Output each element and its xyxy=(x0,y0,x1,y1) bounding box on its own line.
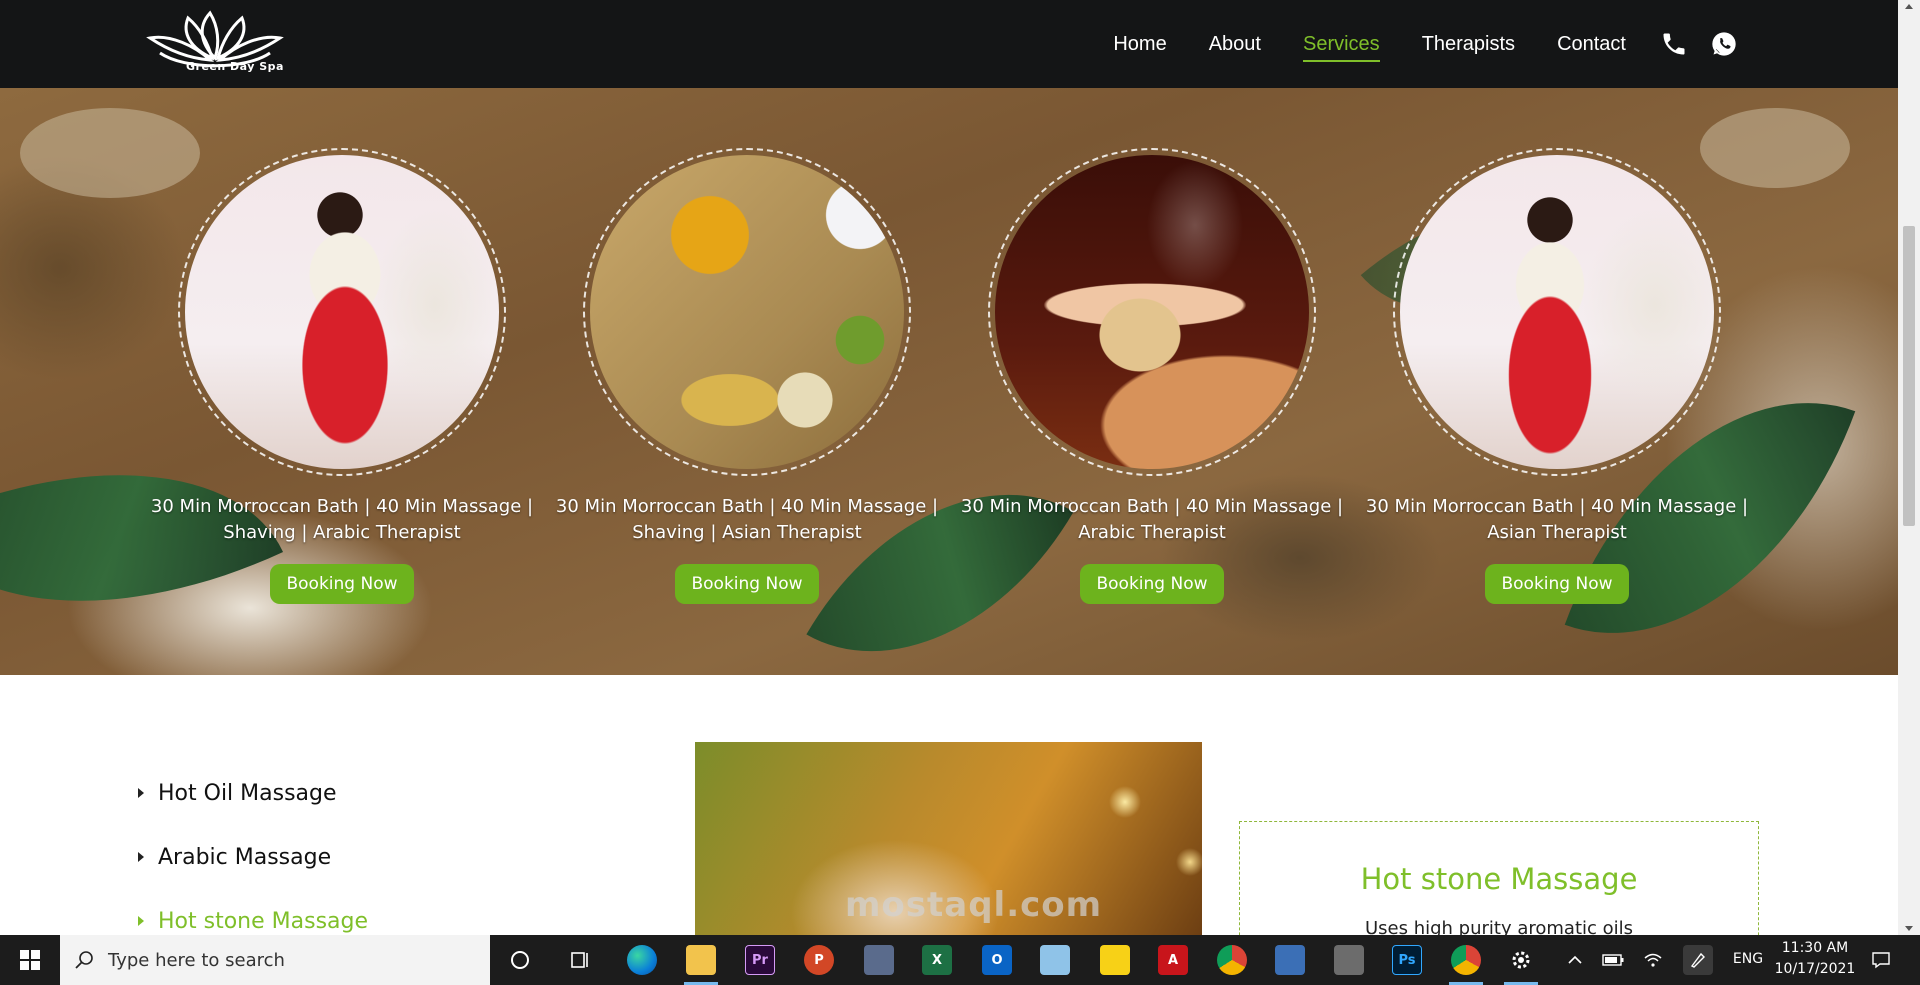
notification-icon[interactable] xyxy=(1866,945,1896,975)
nav-therapists[interactable]: Therapists xyxy=(1422,27,1515,62)
package-description: 30 Min Morroccan Bath | 40 Min Massage |… xyxy=(960,496,1344,543)
network-app-icon[interactable] xyxy=(1275,945,1305,975)
phone-icon[interactable] xyxy=(1660,30,1688,58)
package-card: 30 Min Morroccan Bath | 40 Min Massage |… xyxy=(547,148,947,604)
battery-icon[interactable] xyxy=(1598,945,1628,975)
windows-logo-icon xyxy=(20,950,40,970)
acrobat-reader-icon[interactable]: A xyxy=(1158,945,1188,975)
caret-right-icon xyxy=(138,852,144,862)
outlook-icon[interactable]: O xyxy=(982,945,1012,975)
powerpoint-icon[interactable]: P xyxy=(804,945,834,975)
package-cards: 30 Min Morroccan Bath | 40 Min Massage |… xyxy=(0,88,1898,675)
therapist-photo xyxy=(1400,155,1714,469)
notepad-icon[interactable] xyxy=(1040,945,1070,975)
package-image-frame xyxy=(1393,148,1721,476)
booking-now-button[interactable]: Booking Now xyxy=(1485,564,1629,604)
nav-contact[interactable]: Contact xyxy=(1557,27,1626,62)
watermark-text: mostaql.com xyxy=(845,885,1103,925)
excel-icon[interactable]: X xyxy=(922,945,952,975)
scroll-thumb[interactable] xyxy=(1903,226,1915,526)
device-app-icon[interactable] xyxy=(1334,945,1364,975)
booking-now-button[interactable]: Booking Now xyxy=(1080,564,1224,604)
taskbar-search-input[interactable]: Type here to search xyxy=(60,935,490,985)
massage-towel-photo xyxy=(995,155,1309,469)
snipping-tool-icon[interactable] xyxy=(864,945,894,975)
package-image-frame xyxy=(583,148,911,476)
wifi-icon[interactable] xyxy=(1638,945,1668,975)
edge-browser-icon[interactable] xyxy=(627,945,657,975)
scroll-down-icon[interactable] xyxy=(1905,926,1913,931)
sticky-notes-icon[interactable] xyxy=(1100,945,1130,975)
booking-now-button[interactable]: Booking Now xyxy=(270,564,414,604)
clock-date[interactable]: 10/17/2021 xyxy=(1772,961,1858,977)
booking-now-button[interactable]: Booking Now xyxy=(675,564,819,604)
packages-hero: 30 Min Morroccan Bath | 40 Min Massage |… xyxy=(0,88,1898,675)
photoshop-icon[interactable]: Ps xyxy=(1392,945,1422,975)
main-nav: Home About Services Therapists Contact xyxy=(1071,0,1738,88)
chrome-icon[interactable] xyxy=(1451,945,1481,975)
service-item-hot-oil[interactable]: Hot Oil Massage xyxy=(138,773,368,813)
settings-gear-icon[interactable] xyxy=(1506,945,1536,975)
site-header: Green Day Spa Home About Services Therap… xyxy=(0,0,1898,88)
nav-about[interactable]: About xyxy=(1209,27,1261,62)
cortana-icon[interactable] xyxy=(505,945,535,975)
spices-photo xyxy=(590,155,904,469)
package-description: 30 Min Morroccan Bath | 40 Min Massage |… xyxy=(150,496,534,543)
clock-time[interactable]: 11:30 AM xyxy=(1772,940,1858,956)
package-card: 30 Min Morroccan Bath | 40 Min Massage |… xyxy=(952,148,1352,604)
package-card: 30 Min Morroccan Bath | 40 Min Massage |… xyxy=(142,148,542,604)
chevron-up-icon[interactable] xyxy=(1560,945,1590,975)
service-item-arabic[interactable]: Arabic Massage xyxy=(138,837,368,877)
search-icon xyxy=(75,951,93,969)
package-description: 30 Min Morroccan Bath | 40 Min Massage |… xyxy=(555,496,939,543)
whatsapp-icon[interactable] xyxy=(1710,30,1738,58)
page-scrollbar[interactable] xyxy=(1898,0,1920,935)
pen-icon[interactable] xyxy=(1683,945,1713,975)
package-card: 30 Min Morroccan Bath | 40 Min Massage |… xyxy=(1357,148,1757,604)
logo-text: Green Day Spa xyxy=(186,60,284,73)
nav-services[interactable]: Services xyxy=(1302,27,1380,62)
language-indicator[interactable]: ENG xyxy=(1730,951,1766,967)
caret-right-icon xyxy=(138,916,144,926)
scroll-up-icon[interactable] xyxy=(1905,4,1913,9)
task-view-icon[interactable] xyxy=(565,945,595,975)
package-image-frame xyxy=(178,148,506,476)
caret-right-icon xyxy=(138,788,144,798)
chrome-icon[interactable] xyxy=(1217,945,1247,975)
nav-home[interactable]: Home xyxy=(1113,27,1166,62)
service-detail-title: Hot stone Massage xyxy=(1360,862,1638,896)
therapist-photo xyxy=(185,155,499,469)
package-description: 30 Min Morroccan Bath | 40 Min Massage |… xyxy=(1365,496,1749,543)
windows-start-button[interactable] xyxy=(0,935,60,985)
windows-taskbar: Type here to search Pr P X O A Ps ENG 11… xyxy=(0,935,1920,985)
file-explorer-icon[interactable] xyxy=(686,945,716,975)
package-image-frame xyxy=(988,148,1316,476)
premiere-pro-icon[interactable]: Pr xyxy=(745,945,775,975)
